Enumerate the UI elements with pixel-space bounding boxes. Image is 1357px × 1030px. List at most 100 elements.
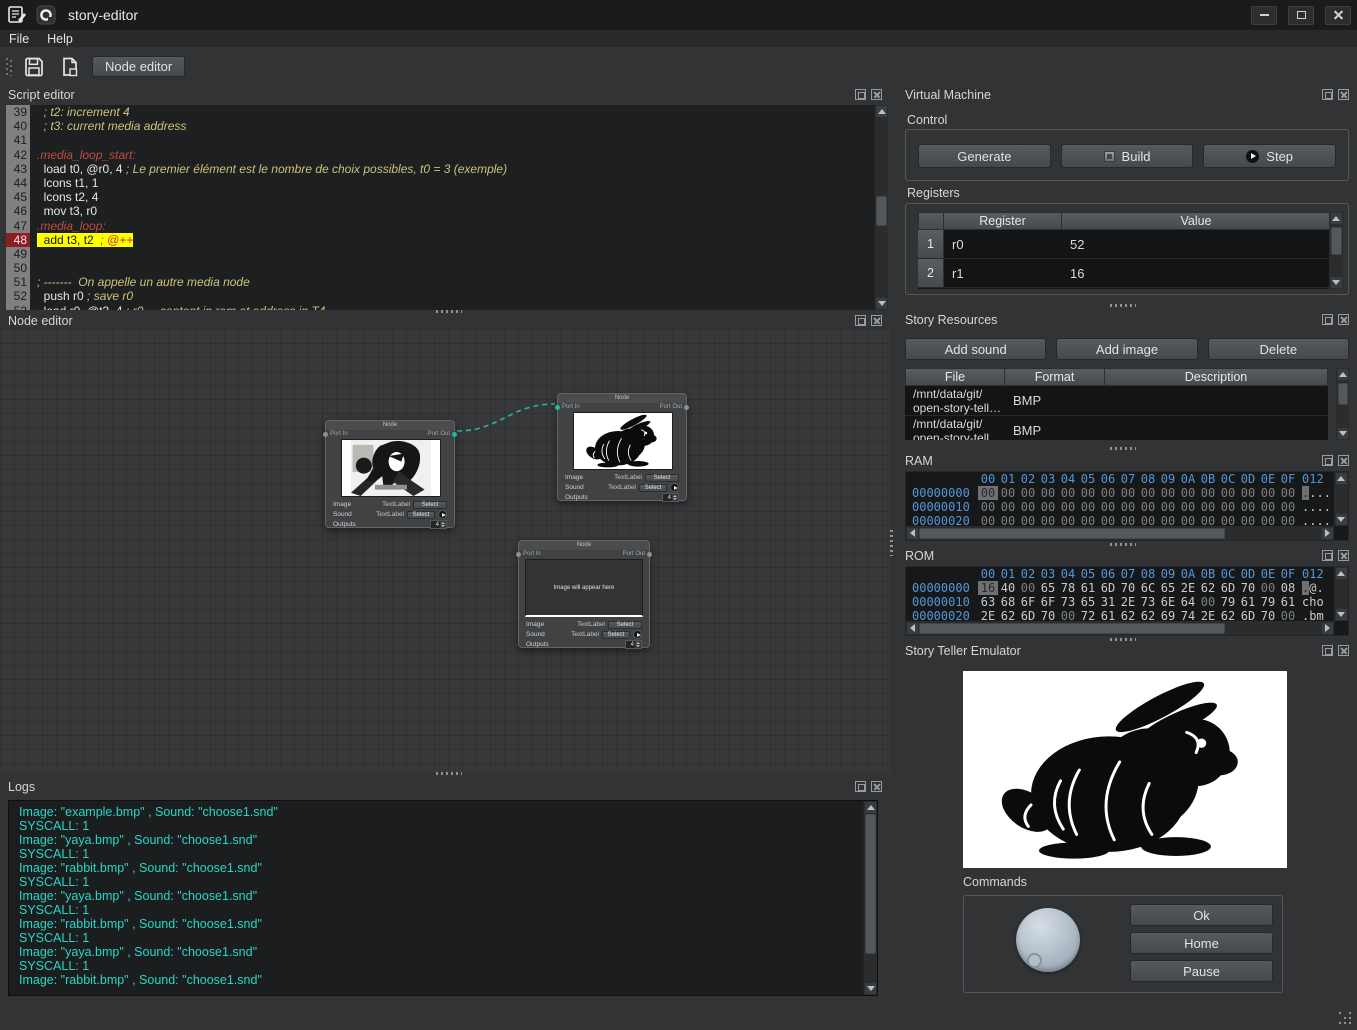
hex-byte[interactable]: 00 [1278, 500, 1298, 514]
media-node-1[interactable]: Node Port In Port Out Image TextLabel Se… [325, 420, 455, 528]
hex-byte[interactable]: 00 [1278, 486, 1298, 500]
float-panel-icon[interactable] [1322, 550, 1333, 561]
hex-byte[interactable]: 00 [1118, 514, 1138, 526]
script-line[interactable]: 39 ; t2: increment 4 [6, 105, 874, 119]
splitter-handle[interactable] [436, 772, 462, 775]
new-file-icon[interactable] [56, 53, 84, 81]
logs-output[interactable]: Image: "example.bmp" , Sound: "choose1.s… [8, 800, 878, 996]
float-panel-icon[interactable] [1322, 455, 1333, 466]
hex-byte[interactable]: 79 [1258, 595, 1278, 609]
script-line[interactable]: 51; ------- On appelle un autre media no… [6, 275, 874, 289]
float-panel-icon[interactable] [855, 315, 866, 326]
hex-byte[interactable]: 00 [1098, 500, 1118, 514]
script-line[interactable]: 46 mov t3, r0 [6, 204, 874, 218]
script-line[interactable]: 43 load t0, @r0, 4 ; Le premier élément … [6, 162, 874, 176]
hex-byte[interactable]: 00 [1158, 486, 1178, 500]
hex-byte[interactable]: 00 [1058, 514, 1078, 526]
hex-byte[interactable]: 00 [1178, 486, 1198, 500]
hex-byte[interactable]: 00 [1178, 500, 1198, 514]
float-panel-icon[interactable] [855, 781, 866, 792]
play-sound-icon[interactable] [670, 483, 679, 492]
float-panel-icon[interactable] [855, 89, 866, 100]
ram-horizontal-scrollbar[interactable] [906, 526, 1334, 540]
script-line[interactable]: 48 add t3, t2 ; @++ [6, 233, 874, 247]
hex-byte[interactable]: 64 [1178, 595, 1198, 609]
register-row[interactable]: 2r116 [918, 259, 1331, 288]
hex-row[interactable]: 0000001000000000000000000000000000000000… [906, 500, 1334, 514]
media-node-3[interactable]: Node Port In Port Out Image will appear … [518, 540, 650, 648]
close-panel-icon[interactable] [1338, 645, 1349, 656]
hex-byte[interactable]: 00 [1078, 486, 1098, 500]
resources-table[interactable]: File Format Description /mnt/data/git/op… [905, 368, 1328, 440]
hex-byte[interactable]: 6C [1138, 581, 1158, 595]
play-sound-icon[interactable] [633, 630, 642, 639]
hex-byte[interactable]: 00 [1018, 514, 1038, 526]
hex-byte[interactable]: 6D [1098, 581, 1118, 595]
script-line[interactable]: 41 [6, 133, 874, 147]
splitter-handle[interactable] [1110, 543, 1136, 546]
register-row[interactable]: 1r052 [918, 230, 1331, 259]
scroll-left-icon[interactable] [906, 527, 919, 540]
hex-byte[interactable]: 6F [1038, 595, 1058, 609]
hex-byte[interactable]: 00 [1138, 486, 1158, 500]
hex-byte[interactable]: 00 [1018, 500, 1038, 514]
media-node-2[interactable]: Node Port In Port Out Image TextLabel Se… [557, 393, 687, 501]
select-image-button[interactable]: Select [413, 501, 447, 509]
script-line[interactable]: 52 push r0 ; save r0 [6, 289, 874, 303]
scroll-right-icon[interactable] [1321, 622, 1334, 635]
home-button[interactable]: Home [1130, 932, 1273, 954]
hex-byte[interactable]: 00 [978, 514, 998, 526]
hex-byte[interactable]: 00 [1098, 514, 1118, 526]
hex-byte[interactable]: 00 [1238, 514, 1258, 526]
script-line[interactable]: 47.media_loop: [6, 219, 874, 233]
step-button[interactable]: Step [1203, 144, 1336, 168]
hex-byte[interactable]: 00 [1118, 486, 1138, 500]
menu-file[interactable]: File [0, 30, 38, 47]
scroll-down-icon[interactable] [1335, 513, 1348, 526]
hex-byte[interactable]: 68 [998, 595, 1018, 609]
hex-byte[interactable]: 00 [1078, 514, 1098, 526]
hex-byte[interactable]: 61 [1238, 595, 1258, 609]
hex-byte[interactable]: 00 [1218, 514, 1238, 526]
hex-byte[interactable]: 00 [1258, 514, 1278, 526]
script-line[interactable]: 42.media_loop_start: [6, 148, 874, 162]
hex-byte[interactable]: 62 [1198, 581, 1218, 595]
hex-row[interactable]: 000000202E626D70007261626269742E626D7000… [906, 609, 1334, 621]
hex-byte[interactable]: 00 [1018, 581, 1038, 595]
hex-byte[interactable]: 00 [1158, 514, 1178, 526]
scroll-up-icon[interactable] [875, 105, 888, 118]
hex-byte[interactable]: 6F [1018, 595, 1038, 609]
hex-byte[interactable]: 00 [1118, 500, 1138, 514]
ram-vertical-scrollbar[interactable] [1334, 472, 1348, 526]
select-image-button[interactable]: Select [608, 621, 642, 629]
splitter-handle[interactable] [1110, 447, 1136, 450]
script-scrollbar[interactable] [874, 105, 888, 310]
column-header-format[interactable]: Format [1005, 368, 1105, 386]
column-header-register[interactable]: Register [944, 212, 1062, 230]
script-line[interactable]: 49 [6, 247, 874, 261]
hex-byte[interactable]: 78 [1058, 581, 1078, 595]
save-button[interactable] [20, 53, 48, 81]
scroll-up-icon[interactable] [1335, 567, 1348, 580]
splitter-handle[interactable] [1110, 638, 1136, 641]
hex-byte[interactable]: 00 [1258, 581, 1278, 595]
hex-byte[interactable]: 00 [1258, 486, 1278, 500]
add-image-button[interactable]: Add image [1056, 338, 1197, 360]
logs-scrollbar[interactable] [863, 801, 877, 995]
build-button[interactable]: Build [1061, 144, 1194, 168]
hex-byte[interactable]: 65 [1158, 581, 1178, 595]
select-image-button[interactable]: Select [645, 474, 679, 482]
hex-byte[interactable]: 73 [1058, 595, 1078, 609]
hex-row[interactable]: 0000002000000000000000000000000000000000… [906, 514, 1334, 526]
play-sound-icon[interactable] [438, 510, 447, 519]
close-panel-icon[interactable] [1338, 455, 1349, 466]
node-editor-toolbar-button[interactable]: Node editor [92, 56, 185, 77]
hex-byte[interactable]: 2E [978, 609, 998, 621]
hex-byte[interactable]: 08 [1278, 581, 1298, 595]
hex-byte[interactable]: 31 [1098, 595, 1118, 609]
ram-hex-view[interactable]: 000102030405060708090A0B0C0D0E0F01200000… [905, 471, 1349, 541]
hex-byte[interactable]: 70 [1118, 581, 1138, 595]
jog-dial-knob[interactable] [1016, 908, 1080, 972]
hex-byte[interactable]: 16 [978, 581, 998, 595]
rom-hex-view[interactable]: 000102030405060708090A0B0C0D0E0F01200000… [905, 566, 1349, 636]
